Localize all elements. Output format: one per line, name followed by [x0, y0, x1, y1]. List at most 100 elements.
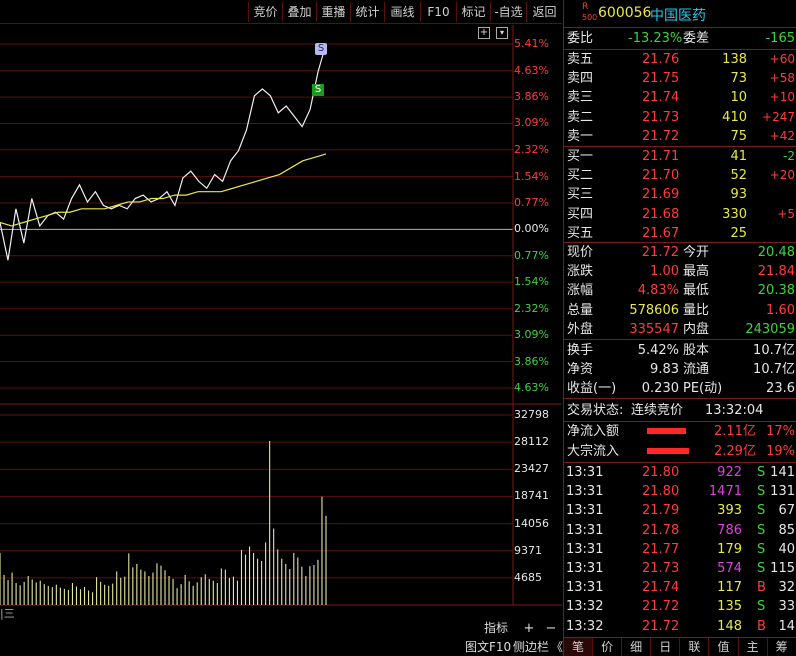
tick-row[interactable]: 13:31 21.78 786 S 85	[564, 521, 796, 540]
panel-tab[interactable]: 日	[651, 638, 681, 656]
stats-value: 0.230	[641, 381, 679, 397]
tick-volume: 393	[717, 503, 742, 519]
sells-row[interactable]: 卖五 21.76 138 +60	[564, 50, 796, 69]
toolbar-watchlist-button[interactable]: -自选	[490, 2, 526, 22]
buys-label: 买二	[567, 168, 594, 184]
buys-change: -2	[783, 149, 795, 163]
volume-axis-label: 18741	[514, 489, 549, 503]
buys-row[interactable]: 买三 21.69 93	[564, 185, 796, 204]
tick-count: 33	[778, 599, 795, 615]
intraday-chart[interactable]: 5.41% 4.63% 3.86% 3.09% 2.32% 1.54% 0.77% 0.00%…	[0, 25, 562, 621]
buys-row[interactable]: 买五 21.67 25	[564, 224, 796, 243]
tick-row[interactable]: 13:31 21.80 1471 S 131	[564, 482, 796, 501]
price-axis-label: 1.54%	[514, 169, 549, 183]
volume-axis-label: 28112	[514, 435, 549, 449]
panel-tab[interactable]: 联	[680, 638, 710, 656]
weibi-value: -13.23%	[628, 31, 683, 46]
sidebar-collapse-icon[interactable]: 《	[551, 639, 563, 656]
buys-label: 买四	[567, 206, 594, 222]
tick-time: 13:32	[566, 599, 604, 615]
sells-row[interactable]: 卖三 21.74 10 +10	[564, 88, 796, 107]
sells-row[interactable]: 卖二 21.73 410 +247	[564, 108, 796, 127]
panel-tab[interactable]: 细	[622, 638, 652, 656]
volume-axis-label: 32798	[514, 408, 549, 421]
toolbar-mark-button[interactable]: 标记	[456, 2, 490, 22]
stats-label: PE(动)	[683, 381, 723, 397]
price-axis-label: 3.86%	[514, 90, 549, 104]
tick-time: 13:31	[566, 465, 604, 480]
sells-change: +42	[769, 128, 795, 143]
quote-row: 现价 21.72 今开 20.48	[564, 243, 796, 262]
stats-value: 5.42%	[637, 343, 679, 358]
panel-tab[interactable]: 筹	[768, 638, 796, 656]
toolbar-overlay-button[interactable]: 叠加	[282, 2, 316, 22]
buys-row[interactable]: 买一 21.71 41 -2	[564, 147, 796, 166]
tick-row[interactable]: 13:31 21.74 117 B 32	[564, 578, 796, 597]
quote-row: 外盘 335547 内盘 243059	[564, 320, 796, 339]
sells-row[interactable]: 卖一 21.72 75 +42	[564, 127, 796, 146]
chart-zoom-icon[interactable]: +	[478, 27, 490, 39]
quote-value: 20.38	[757, 283, 795, 299]
quote-label: 涨跌	[567, 264, 594, 280]
tick-count: 40	[778, 541, 795, 557]
f10-text-button[interactable]: 图文F10	[465, 639, 511, 656]
volume-axis-label: 4685	[514, 570, 542, 584]
quote-label: 最高	[683, 264, 710, 280]
indicator-button[interactable]: 指标	[484, 620, 508, 637]
tick-row[interactable]: 13:31 21.77 179 S 40	[564, 540, 796, 559]
tick-row[interactable]: 13:32 21.72 148 B 14	[564, 617, 796, 636]
tick-row[interactable]: 13:31 21.80 922 S 141	[564, 463, 796, 482]
tick-side: S	[757, 599, 766, 615]
sells-row[interactable]: 卖四 21.75 73 +58	[564, 69, 796, 88]
toolbar-f10-button[interactable]: F10	[420, 2, 456, 22]
zoom-in-button[interactable]: +	[520, 620, 538, 637]
buys-row[interactable]: 买二 21.70 52 +20	[564, 166, 796, 185]
weicha-label: 委差	[683, 31, 710, 46]
toolbar-back-button[interactable]: 返回	[526, 2, 562, 22]
tick-time: 13:31	[566, 503, 604, 519]
panel-tab[interactable]: 值	[710, 638, 739, 656]
sell-marker-icon[interactable]: S	[315, 43, 327, 55]
stats-label: 换手	[567, 343, 594, 358]
tick-side: S	[757, 541, 766, 557]
buys-change: +20	[769, 168, 795, 183]
stats-row: 净资 9.83 流通 10.7亿	[564, 360, 796, 379]
price-axis-label: 1.54%	[514, 275, 549, 289]
toolbar-draw-button[interactable]: 画线	[384, 2, 420, 22]
buys-volume: 52	[730, 168, 747, 184]
tick-volume: 148	[717, 618, 742, 634]
quote-label: 量比	[683, 302, 710, 318]
buys-price: 21.67	[642, 225, 680, 241]
tick-row[interactable]: 13:32 21.72 135 S 33	[564, 597, 796, 616]
panel-tab[interactable]: 主	[739, 638, 768, 656]
buys-label: 买五	[567, 225, 594, 241]
zoom-out-button[interactable]: −	[542, 620, 560, 637]
corner-menu-icon[interactable]: |三	[0, 605, 15, 621]
panel-tab[interactable]: 笔	[564, 638, 593, 656]
buys-label: 买一	[567, 149, 594, 164]
tick-count: 14	[778, 618, 795, 634]
sell-marker-icon[interactable]: S	[312, 84, 324, 96]
sidebar-button[interactable]: 侧边栏	[513, 639, 549, 656]
tick-row[interactable]: 13:31 21.79 393 S 67	[564, 501, 796, 520]
tick-row[interactable]: 13:31 21.73 574 S 115	[564, 559, 796, 578]
stock-header: R 500 600056 中国医药	[564, 0, 796, 28]
buys-row[interactable]: 买四 21.68 330 +5	[564, 205, 796, 224]
chart-settings-icon[interactable]: ▾	[496, 27, 508, 39]
panel-tab[interactable]: 价	[593, 638, 623, 656]
toolbar-replay-button[interactable]: 重播	[316, 2, 350, 22]
quote-row: 总量 578606 量比 1.60	[564, 301, 796, 320]
flow-bar	[647, 447, 689, 454]
flow-label: 大宗流入	[567, 443, 620, 459]
tick-time: 13:32	[566, 618, 604, 634]
tick-time: 13:31	[566, 522, 604, 538]
sells-volume: 73	[730, 71, 747, 87]
sells-label: 卖二	[567, 109, 594, 125]
stats-label: 流通	[683, 362, 710, 378]
quote-value: 243059	[745, 321, 795, 337]
sells-change: +10	[769, 90, 795, 105]
toolbar-stats-button[interactable]: 统计	[350, 2, 384, 22]
quote-value: 1.00	[650, 264, 679, 280]
tick-time: 13:31	[566, 484, 604, 500]
toolbar-auction-button[interactable]: 竞价	[248, 2, 282, 22]
